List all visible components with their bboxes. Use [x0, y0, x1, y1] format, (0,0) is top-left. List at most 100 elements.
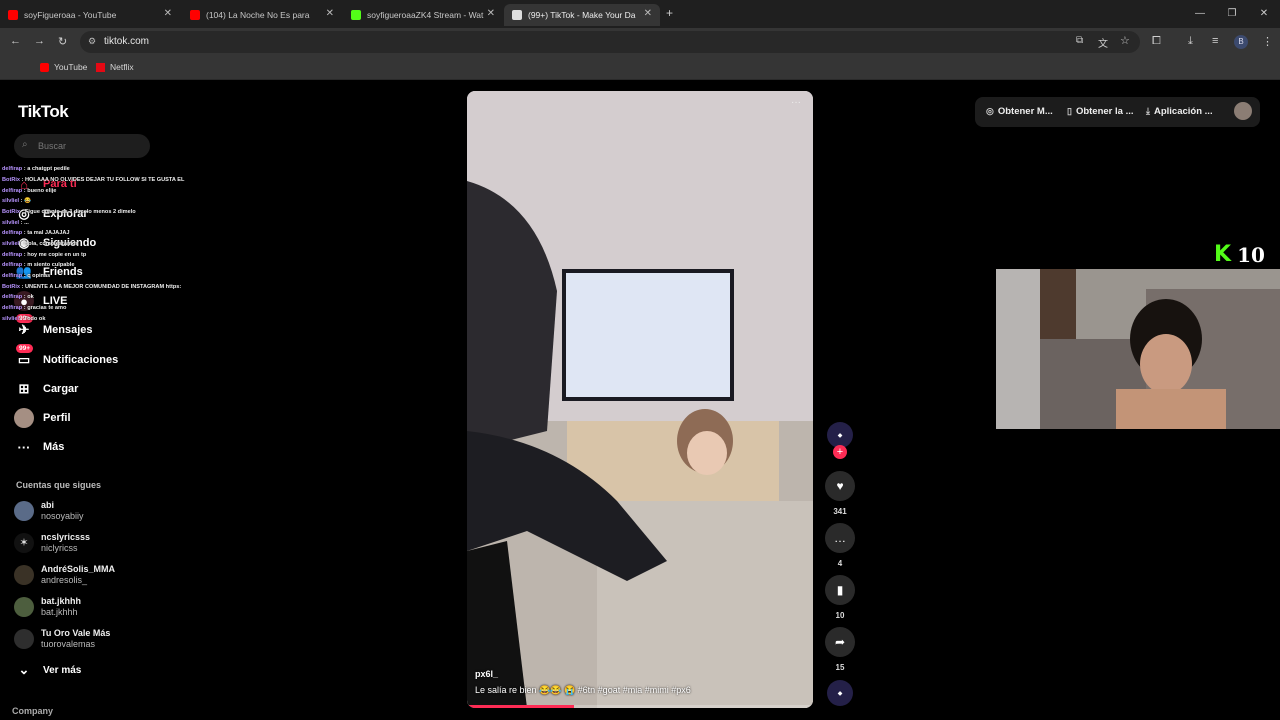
translate-icon[interactable]: 文: [1098, 35, 1108, 50]
browser-tab-active[interactable]: (99+) TikTok - Make Your Da ✕: [504, 4, 660, 26]
chat-message: silvliel : 😂: [2, 198, 32, 204]
get-app-button[interactable]: ▯ Obtener la ...: [1067, 106, 1134, 117]
nav-mas[interactable]: ··· Más: [14, 437, 65, 457]
heart-icon: ♥: [836, 479, 844, 493]
upload-icon: ⊞: [18, 381, 30, 396]
close-window-icon[interactable]: ✕: [1248, 0, 1280, 28]
avatar: ✶: [14, 533, 34, 553]
music-disc[interactable]: ◆: [827, 680, 853, 706]
video-author[interactable]: px6l_: [475, 669, 498, 679]
chat-text: 😂: [24, 198, 32, 204]
following-account[interactable]: ✶ ncslyricsss niclyricss: [14, 532, 90, 554]
restore-icon[interactable]: ❐: [1216, 0, 1248, 28]
share-icon: ➦: [834, 635, 846, 649]
close-icon[interactable]: ✕: [644, 8, 652, 19]
nav-cargar[interactable]: ⊞ Cargar: [14, 379, 79, 399]
chat-message: silvliel : Hola, como estamos: [2, 241, 79, 247]
search-input[interactable]: ⌕ Buscar: [14, 134, 150, 158]
netflix-icon: [96, 62, 105, 72]
minimize-icon[interactable]: —: [1184, 0, 1216, 28]
user-avatar[interactable]: [1234, 102, 1252, 120]
video-progress-bar[interactable]: [467, 705, 813, 708]
top-right-actions: ◎ Obtener M... ▯ Obtener la ... ⤓ Aplicació…: [975, 97, 1260, 127]
download-icon[interactable]: ⤓: [1188, 35, 1193, 48]
nav-mensajes[interactable]: ✈ 99+ Mensajes: [14, 314, 93, 340]
menu-icon[interactable]: ⋮: [1262, 35, 1273, 48]
media-icon[interactable]: ≡: [1212, 35, 1218, 47]
chat-message: BotRix : HOLAAA NO OLVIDES DEJAR TU FOLL…: [2, 177, 185, 183]
chat-message: delfirap : bueno elije: [2, 188, 57, 194]
chat-message: delfirap : a chatgpt pedile: [2, 166, 70, 172]
chat-message: delfirap : ok: [2, 294, 34, 300]
youtube-icon: [8, 10, 18, 20]
comment-button[interactable]: …: [825, 523, 855, 553]
save-button[interactable]: ▮: [825, 575, 855, 605]
chat-text: Todo ok: [24, 316, 46, 322]
chat-text: gracias te amo: [27, 305, 67, 311]
see-more-button[interactable]: ⌄ Ver más: [14, 660, 82, 680]
account-name: bat.jkhhh: [41, 596, 81, 606]
webcam-frame: [996, 269, 1280, 429]
nav-perfil[interactable]: Perfil: [14, 408, 71, 428]
bookmark-netflix[interactable]: Netflix: [96, 62, 134, 72]
chat-user: silvliel: [2, 198, 20, 204]
desktop-app-button[interactable]: ⤓ Aplicación ...: [1146, 106, 1213, 117]
tiktok-logo[interactable]: TikTok: [18, 102, 69, 122]
following-account[interactable]: abi nosoyabiiy: [14, 500, 84, 522]
company-link[interactable]: Company: [12, 706, 53, 716]
like-button[interactable]: ♥: [825, 471, 855, 501]
tab-title: (99+) TikTok - Make Your Da: [528, 10, 636, 20]
nav-label: Cargar: [43, 383, 79, 395]
chat-text: a chatgpt pedile: [27, 166, 70, 172]
close-icon[interactable]: ✕: [164, 8, 172, 19]
get-coins-label: Obtener M...: [997, 106, 1053, 117]
more-options-icon[interactable]: ···: [791, 97, 801, 108]
chat-text: ok: [27, 294, 34, 300]
account-name: abi: [41, 500, 55, 510]
chat-user: delfirap: [2, 305, 23, 311]
following-account[interactable]: AndréSolis_MMA andresolis_: [14, 564, 115, 586]
following-account[interactable]: Tu Oro Vale Más tuorovalemas: [14, 628, 110, 650]
avatar: [14, 501, 34, 521]
bookmark-star-icon[interactable]: ☆: [1120, 34, 1130, 47]
video-player[interactable]: ··· px6l_ Le salía re bien 😂😂 😭 #6tn #go…: [467, 91, 813, 708]
chat-user: delfirap: [2, 230, 23, 236]
account-name: AndréSolis_MMA: [41, 564, 116, 574]
new-tab-icon[interactable]: +: [666, 6, 673, 20]
close-icon[interactable]: ✕: [326, 8, 334, 19]
coin-icon: ◎: [986, 106, 994, 116]
profile-avatar[interactable]: B: [1234, 35, 1248, 49]
viewer-count: 10: [1237, 242, 1265, 267]
back-icon[interactable]: ←: [10, 35, 21, 47]
chat-user: delfirap: [2, 166, 23, 172]
nav-notificaciones[interactable]: ▭ 99+ Notificaciones: [14, 344, 118, 370]
browser-tab[interactable]: soyfigueroaaZK4 Stream - Wat ✕: [343, 4, 503, 26]
chat-message: delfirap : hoy me copie en un tp: [2, 252, 87, 258]
browser-tab[interactable]: soyFigueroaa - YouTube ✕: [0, 4, 180, 26]
see-more-label: Ver más: [43, 664, 82, 676]
search-icon: ⌕: [22, 139, 28, 150]
forward-icon[interactable]: →: [34, 35, 45, 47]
share-button[interactable]: ➦: [825, 627, 855, 657]
chat-user: silvliel: [2, 220, 20, 226]
install-app-icon[interactable]: ⧉: [1076, 35, 1083, 46]
address-bar[interactable]: ⚙ tiktok.com ⧉ 文 ☆: [80, 31, 1140, 53]
follow-plus-icon[interactable]: +: [833, 445, 847, 459]
account-name: Tu Oro Vale Más: [41, 628, 111, 638]
tab-title: soyfigueroaaZK4 Stream - Wat: [367, 10, 484, 20]
close-icon[interactable]: ✕: [487, 8, 495, 19]
following-account[interactable]: bat.jkhhh bat.jkhhh: [14, 596, 81, 618]
chat-message: delfirap : ta mal JAJAJAJ: [2, 230, 70, 236]
following-title: Cuentas que sigues: [16, 480, 102, 490]
get-coins-button[interactable]: ◎ Obtener M...: [986, 106, 1053, 117]
profile-icon: [14, 408, 34, 428]
site-info-icon[interactable]: ⚙: [88, 36, 96, 47]
youtube-icon: [190, 10, 200, 20]
extensions-icon[interactable]: ⧠: [1152, 35, 1161, 48]
bookmark-youtube[interactable]: YouTube: [40, 62, 87, 72]
browser-tab[interactable]: (104) La Noche No Es para ✕: [182, 4, 342, 26]
nav-label: Más: [43, 441, 65, 453]
chat-text: q opinas: [27, 273, 51, 279]
reload-icon[interactable]: ↻: [58, 35, 67, 48]
account-name: ncslyricsss: [41, 532, 91, 542]
